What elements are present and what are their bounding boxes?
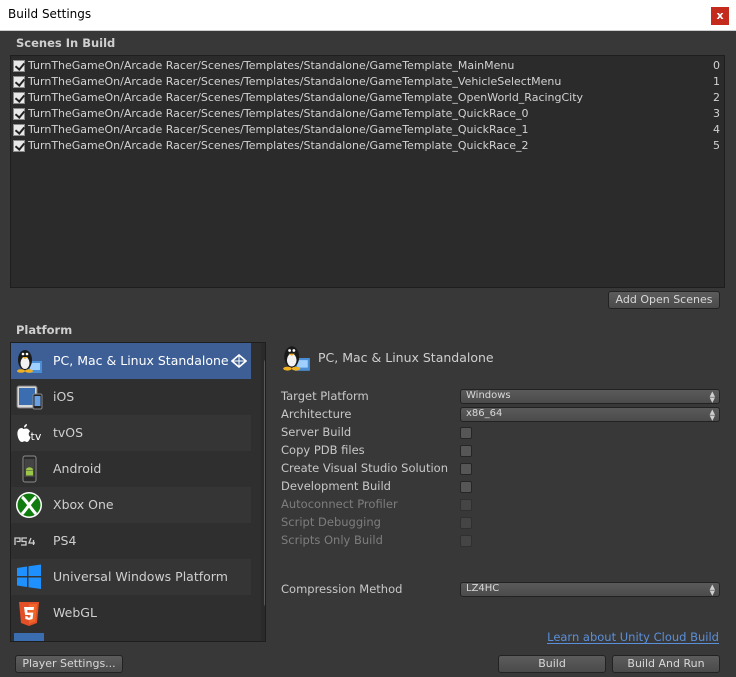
unity-cloud-build-link[interactable]: Learn about Unity Cloud Build — [547, 631, 719, 644]
target-platform-dropdown[interactable]: Windows ▲ ▼ — [460, 389, 720, 404]
script-debugging-checkbox — [460, 517, 472, 529]
add-open-scenes-button[interactable]: Add Open Scenes — [608, 291, 720, 309]
settings-title: PC, Mac & Linux Standalone — [318, 350, 494, 365]
scene-index: 5 — [713, 139, 720, 152]
development-build-label: Development Build — [281, 479, 391, 493]
player-settings-button[interactable]: Player Settings... — [15, 655, 123, 673]
build-and-run-button[interactable]: Build And Run — [612, 655, 720, 673]
platform-label: PS4 — [53, 533, 77, 548]
autoconnect-profiler-checkbox — [460, 499, 472, 511]
target-platform-label: Target Platform — [281, 389, 369, 403]
scene-path: TurnTheGameOn/Arcade Racer/Scenes/Templa… — [28, 59, 515, 72]
platform-scrollbar[interactable]: ▲ ▼ — [261, 343, 265, 641]
scene-index: 3 — [713, 107, 720, 120]
platform-item-uwp[interactable]: Universal Windows Platform — [11, 559, 251, 595]
scene-checkbox[interactable] — [13, 60, 25, 72]
apple-tv-icon: tv — [17, 424, 42, 443]
platform-item-standalone[interactable]: PC, Mac & Linux Standalone — [11, 343, 251, 379]
android-phone-icon — [22, 455, 37, 483]
platform-list: PC, Mac & Linux Standalone iOS tv tvOS A… — [10, 342, 266, 642]
scene-path: TurnTheGameOn/Arcade Racer/Scenes/Templa… — [28, 123, 529, 136]
copy-pdb-checkbox[interactable] — [460, 445, 472, 457]
scene-checkbox[interactable] — [13, 124, 25, 136]
autoconnect-profiler-label: Autoconnect Profiler — [281, 497, 398, 511]
scene-checkbox[interactable] — [13, 92, 25, 104]
platform-label: Universal Windows Platform — [53, 569, 228, 584]
platform-item-ios[interactable]: iOS — [11, 379, 251, 415]
ps4-icon — [14, 537, 35, 546]
platform-item-webgl[interactable]: WebGL — [11, 595, 251, 631]
title-bar: Build Settings x — [0, 0, 736, 31]
tux-icon — [17, 350, 42, 373]
scene-checkbox[interactable] — [13, 108, 25, 120]
scene-checkbox[interactable] — [13, 76, 25, 88]
svg-text:tv: tv — [31, 430, 42, 443]
platform-item-tvos[interactable]: tv tvOS — [11, 415, 251, 451]
platform-label: tvOS — [53, 425, 84, 440]
build-button[interactable]: Build — [498, 655, 606, 673]
server-build-checkbox[interactable] — [460, 427, 472, 439]
scripts-only-build-checkbox — [460, 535, 472, 547]
scroll-up-icon[interactable]: ▲ — [261, 343, 265, 355]
tux-icon — [283, 346, 310, 371]
windows-icon — [17, 564, 41, 589]
dropdown-arrows-icon: ▲ ▼ — [709, 390, 715, 404]
platform-label: iOS — [53, 389, 75, 404]
architecture-dropdown[interactable]: x86_64 ▲ ▼ — [460, 407, 720, 422]
scene-index: 4 — [713, 123, 720, 136]
scene-row[interactable]: TurnTheGameOn/Arcade Racer/Scenes/Templa… — [11, 106, 724, 122]
target-platform-value: Windows — [466, 390, 511, 401]
copy-pdb-label: Copy PDB files — [281, 443, 365, 457]
scene-row[interactable]: TurnTheGameOn/Arcade Racer/Scenes/Templa… — [11, 122, 724, 138]
ipad-icon — [16, 385, 43, 410]
platform-item-ps4[interactable]: PS4 — [11, 523, 251, 559]
platform-label: Xbox One — [53, 497, 114, 512]
scene-path: TurnTheGameOn/Arcade Racer/Scenes/Templa… — [28, 139, 529, 152]
scene-index: 0 — [713, 59, 720, 72]
window-title: Build Settings — [8, 7, 92, 21]
architecture-label: Architecture — [281, 407, 352, 421]
compression-method-label: Compression Method — [281, 582, 403, 596]
dropdown-arrows-icon: ▲ ▼ — [709, 583, 715, 597]
platform-label: Android — [53, 461, 102, 476]
xbox-icon — [16, 492, 42, 518]
platform-label: WebGL — [53, 605, 97, 620]
close-button[interactable]: x — [711, 7, 729, 25]
script-debugging-label: Script Debugging — [281, 515, 381, 529]
html5-icon — [19, 602, 39, 626]
platform-item-xbox-one[interactable]: Xbox One — [11, 487, 251, 523]
scene-row[interactable]: TurnTheGameOn/Arcade Racer/Scenes/Templa… — [11, 74, 724, 90]
server-build-label: Server Build — [281, 425, 352, 439]
scene-index: 2 — [713, 91, 720, 104]
development-build-checkbox[interactable] — [460, 481, 472, 493]
create-vs-solution-checkbox[interactable] — [460, 463, 472, 475]
create-vs-solution-label: Create Visual Studio Solution — [281, 461, 448, 475]
scene-path: TurnTheGameOn/Arcade Racer/Scenes/Templa… — [28, 75, 562, 88]
scene-row[interactable]: TurnTheGameOn/Arcade Racer/Scenes/Templa… — [11, 138, 724, 154]
scripts-only-build-label: Scripts Only Build — [281, 533, 383, 547]
scroll-down-icon[interactable]: ▼ — [261, 629, 265, 641]
compression-method-value: LZ4HC — [466, 583, 500, 594]
platform-heading: Platform — [16, 323, 73, 337]
unity-logo-icon — [231, 354, 247, 368]
scene-index: 1 — [713, 75, 720, 88]
architecture-value: x86_64 — [466, 408, 503, 419]
platform-label: PC, Mac & Linux Standalone — [53, 353, 229, 368]
scene-checkbox[interactable] — [13, 140, 25, 152]
scene-row[interactable]: TurnTheGameOn/Arcade Racer/Scenes/Templa… — [11, 90, 724, 106]
platform-item-android[interactable]: Android — [11, 451, 251, 487]
scene-row[interactable]: TurnTheGameOn/Arcade Racer/Scenes/Templa… — [11, 58, 724, 74]
scene-path: TurnTheGameOn/Arcade Racer/Scenes/Templa… — [28, 91, 584, 104]
scroll-thumb[interactable] — [264, 358, 265, 608]
scenes-list: TurnTheGameOn/Arcade Racer/Scenes/Templa… — [10, 55, 725, 288]
dropdown-arrows-icon: ▲ ▼ — [709, 408, 715, 422]
scenes-in-build-heading: Scenes In Build — [16, 36, 116, 50]
partial-platform-icon — [14, 633, 44, 641]
compression-method-dropdown[interactable]: LZ4HC ▲ ▼ — [460, 582, 720, 597]
scene-path: TurnTheGameOn/Arcade Racer/Scenes/Templa… — [28, 107, 529, 120]
